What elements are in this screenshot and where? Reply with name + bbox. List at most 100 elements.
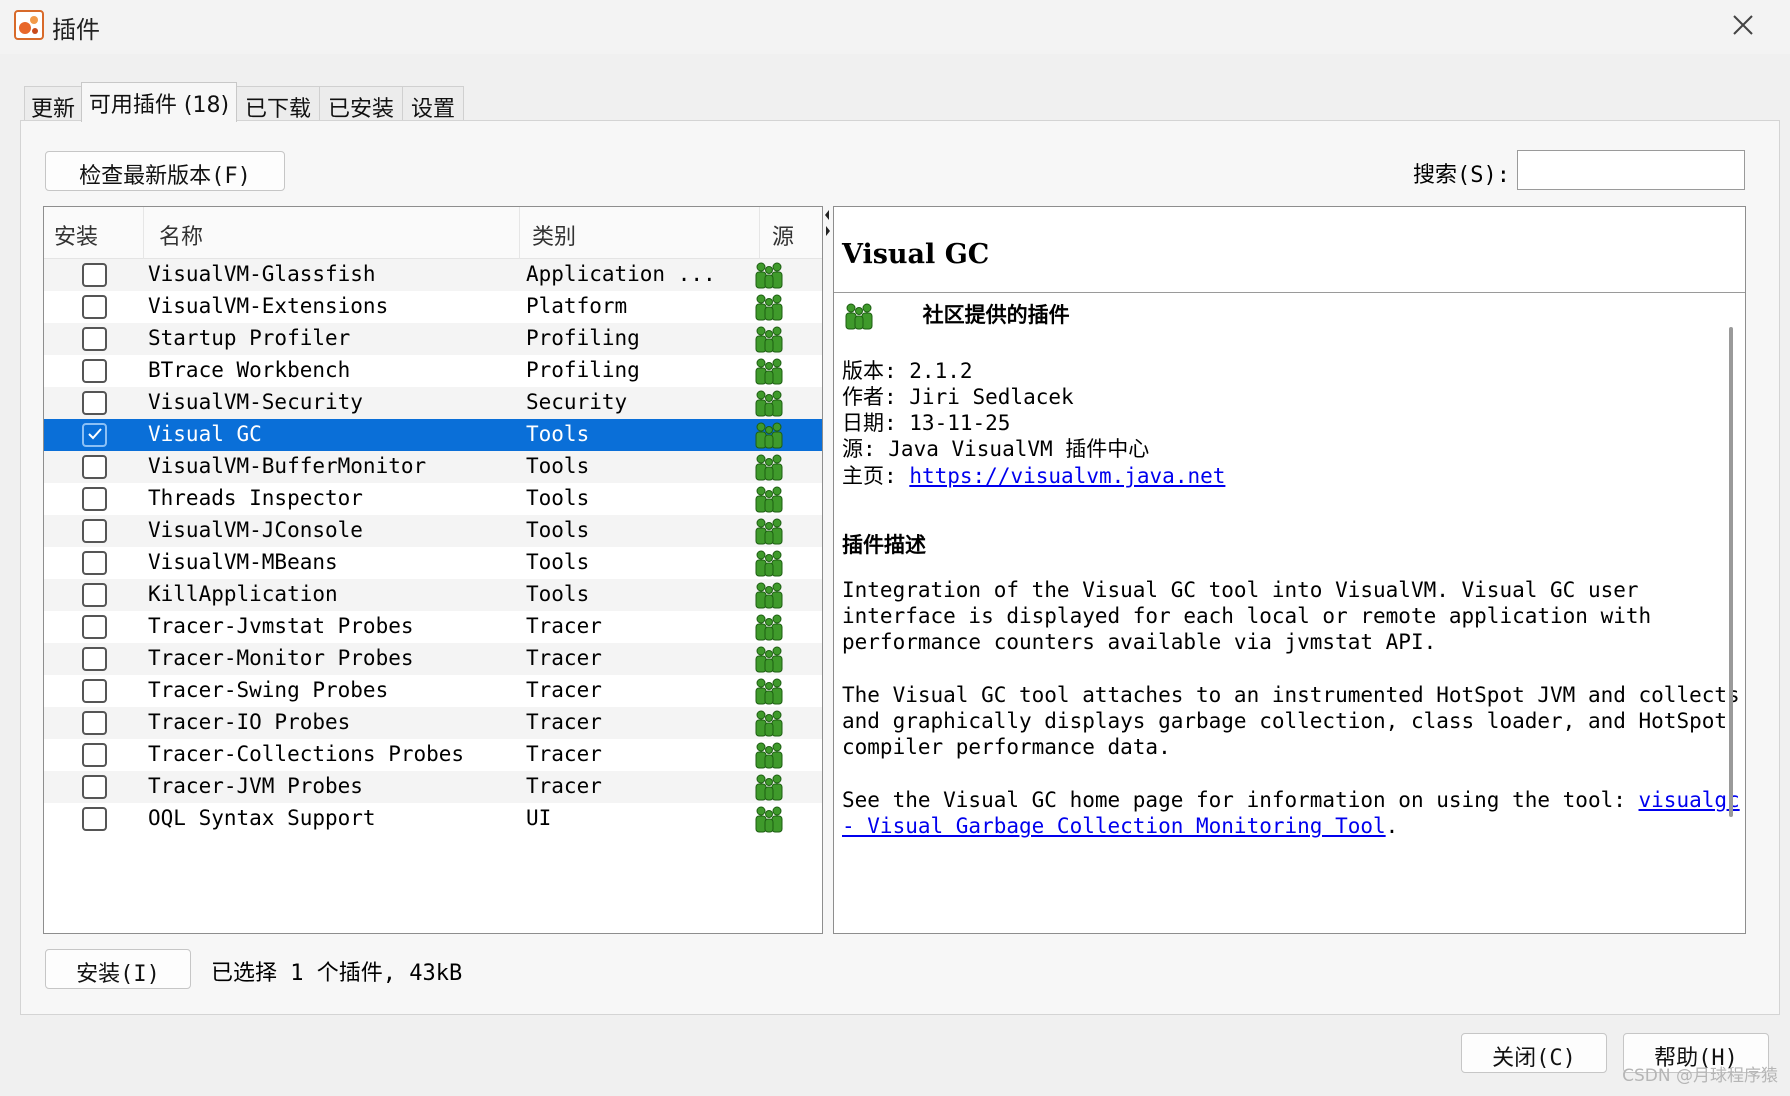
install-checkbox[interactable] [82, 327, 107, 351]
watermark: CSDN @月球程序猿 [1622, 1066, 1778, 1086]
community-source-icon [752, 644, 786, 674]
plugin-name: Tracer-Monitor Probes [148, 646, 414, 670]
close-button[interactable]: 关闭(C) [1461, 1033, 1607, 1073]
install-checkbox[interactable] [82, 263, 107, 287]
details-body: 社区提供的插件 版本: 2.1.2 作者: Jiri Sedlacek 日期: … [834, 294, 1740, 933]
column-header-name[interactable]: 名称 [144, 207, 520, 259]
table-row[interactable]: Visual GC Tools [44, 419, 822, 451]
community-source-icon [752, 548, 786, 578]
tab-available-plugins[interactable]: 可用插件 (18) [81, 82, 237, 122]
details-scrollbar[interactable] [1729, 327, 1733, 817]
tab-updates[interactable]: 更新 [24, 86, 82, 122]
install-button[interactable]: 安装(I) [45, 949, 191, 989]
table-row[interactable]: Tracer-JVM Probes Tracer [44, 771, 822, 803]
plugin-name: Tracer-Jvmstat Probes [148, 614, 414, 638]
column-header-source[interactable]: 源 [760, 207, 822, 259]
plugin-title: Visual GC [842, 239, 990, 270]
plugin-name: VisualVM-BufferMonitor [148, 454, 427, 478]
splitter-handle[interactable] [823, 206, 833, 934]
plugin-category: Tools [526, 422, 590, 446]
install-checkbox[interactable] [82, 807, 107, 831]
community-source-icon [752, 452, 786, 482]
table-row[interactable]: Tracer-IO Probes Tracer [44, 707, 822, 739]
tab-installed[interactable]: 已安装 [319, 86, 403, 122]
plugin-category: Tracer [526, 710, 602, 734]
plugins-window: 插件 更新 可用插件 (18) 已下载 已安装 设置 检查最新版本(F) 搜索(… [0, 0, 1790, 1096]
plugin-category: Platform [526, 294, 628, 318]
install-checkbox[interactable] [82, 487, 107, 511]
table-row[interactable]: Tracer-Jvmstat Probes Tracer [44, 611, 822, 643]
source-text: 源: Java VisualVM 插件中心 [842, 437, 1150, 461]
check-newest-button[interactable]: 检查最新版本(F) [45, 151, 285, 191]
plugin-name: KillApplication [148, 582, 338, 606]
visualgc-link[interactable]: visualgc [1639, 788, 1740, 812]
community-source-icon [752, 804, 786, 834]
visualgc-link-continued[interactable]: - Visual Garbage Collection Monitoring T… [842, 814, 1386, 838]
install-checkbox[interactable] [82, 583, 107, 607]
community-source-icon [752, 676, 786, 706]
plugin-name: VisualVM-Security [148, 390, 363, 414]
install-checkbox[interactable] [82, 743, 107, 767]
install-checkbox[interactable] [82, 647, 107, 671]
plugin-name: Tracer-Swing Probes [148, 678, 389, 702]
description-p2-line3: compiler performance data. [842, 735, 1171, 759]
plugin-name: VisualVM-MBeans [148, 550, 338, 574]
plugin-category: Profiling [526, 326, 640, 350]
column-header-category[interactable]: 类别 [520, 207, 760, 259]
install-checkbox[interactable] [82, 615, 107, 639]
table-row[interactable]: VisualVM-Extensions Platform [44, 291, 822, 323]
plugin-name: Threads Inspector [148, 486, 363, 510]
tab-downloaded[interactable]: 已下载 [236, 86, 320, 122]
install-checkbox[interactable] [82, 423, 107, 447]
column-header-install[interactable]: 安装 [44, 207, 144, 259]
plugin-category: Tracer [526, 646, 602, 670]
plugin-category: Profiling [526, 358, 640, 382]
homepage-link[interactable]: https://visualvm.java.net [909, 464, 1225, 488]
tab-settings[interactable]: 设置 [402, 86, 464, 122]
table-header: 安装 名称 类别 源 [44, 207, 822, 259]
close-window-icon[interactable] [1726, 8, 1760, 42]
table-row[interactable]: OQL Syntax Support UI [44, 803, 822, 835]
community-source-icon [752, 772, 786, 802]
description-heading: 插件描述 [842, 533, 926, 557]
install-checkbox[interactable] [82, 711, 107, 735]
plugin-name: VisualVM-JConsole [148, 518, 363, 542]
install-checkbox[interactable] [82, 519, 107, 543]
install-checkbox[interactable] [82, 775, 107, 799]
table-row[interactable]: Tracer-Collections Probes Tracer [44, 739, 822, 771]
community-source-icon [752, 388, 786, 418]
community-source-icon [752, 740, 786, 770]
plugin-category: Tools [526, 518, 590, 542]
community-source-icon [752, 292, 786, 322]
table-row[interactable]: VisualVM-JConsole Tools [44, 515, 822, 547]
plugin-category: Tracer [526, 678, 602, 702]
install-checkbox[interactable] [82, 391, 107, 415]
install-checkbox[interactable] [82, 359, 107, 383]
search-input[interactable] [1517, 150, 1745, 190]
community-source-icon [752, 580, 786, 610]
community-source-icon [752, 708, 786, 738]
plugin-name: Tracer-Collections Probes [148, 742, 465, 766]
table-row[interactable]: VisualVM-Security Security [44, 387, 822, 419]
table-row[interactable]: KillApplication Tools [44, 579, 822, 611]
plugin-details-pane: Visual GC 社区提供的插件 版本: 2.1.2 作者: Jiri Sed… [833, 206, 1746, 934]
plugin-name: Startup Profiler [148, 326, 351, 350]
plugin-category: UI [526, 806, 552, 830]
table-row[interactable]: VisualVM-MBeans Tools [44, 547, 822, 579]
table-row[interactable]: BTrace Workbench Profiling [44, 355, 822, 387]
install-checkbox[interactable] [82, 679, 107, 703]
install-checkbox[interactable] [82, 295, 107, 319]
search-label: 搜索(S): [1413, 163, 1510, 188]
table-row[interactable]: Threads Inspector Tools [44, 483, 822, 515]
install-checkbox[interactable] [82, 455, 107, 479]
table-row[interactable]: VisualVM-BufferMonitor Tools [44, 451, 822, 483]
table-row[interactable]: Tracer-Monitor Probes Tracer [44, 643, 822, 675]
plugin-name: BTrace Workbench [148, 358, 351, 382]
table-row[interactable]: VisualVM-Glassfish Application ... [44, 259, 822, 291]
window-title: 插件 [52, 16, 100, 44]
community-source-icon [752, 612, 786, 642]
table-row[interactable]: Tracer-Swing Probes Tracer [44, 675, 822, 707]
table-row[interactable]: Startup Profiler Profiling [44, 323, 822, 355]
install-checkbox[interactable] [82, 551, 107, 575]
community-plugin-row: 社区提供的插件 [842, 300, 1070, 331]
